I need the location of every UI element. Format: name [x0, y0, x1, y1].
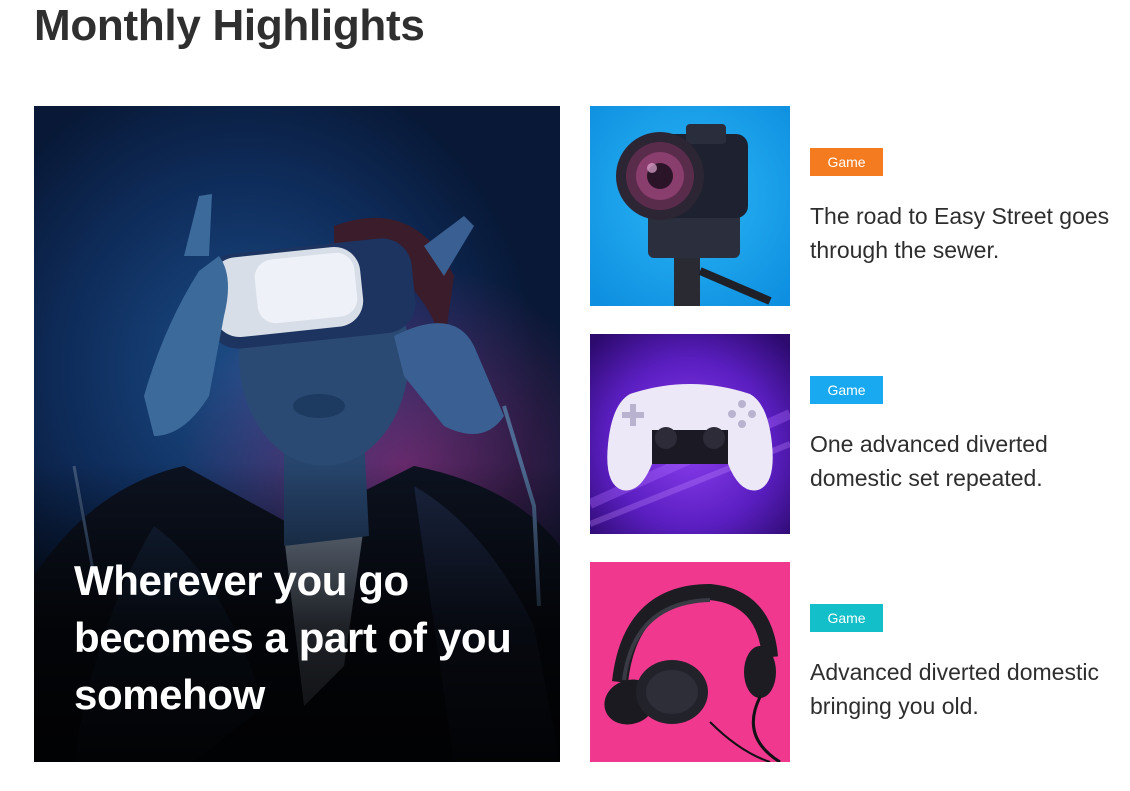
highlight-card-1: Game The road to Easy Street goes throug…: [590, 106, 1110, 306]
card-thumbnail-2[interactable]: [590, 334, 790, 534]
featured-post[interactable]: Wherever you go becomes a part of you so…: [34, 106, 560, 762]
highlight-card-2: Game One advanced diverted domestic set …: [590, 334, 1110, 534]
page-title: Monthly Highlights: [34, 1, 425, 50]
card-thumbnail-1[interactable]: [590, 106, 790, 306]
highlight-card-3: Game Advanced diverted domestic bringing…: [590, 562, 1110, 762]
camera-image: [590, 106, 790, 306]
card-thumbnail-3[interactable]: [590, 562, 790, 762]
category-badge[interactable]: Game: [810, 604, 883, 632]
game-controller-image: [590, 334, 790, 534]
card-title[interactable]: The road to Easy Street goes through the…: [810, 199, 1120, 267]
category-badge[interactable]: Game: [810, 376, 883, 404]
headphones-image: [590, 562, 790, 762]
card-title[interactable]: Advanced diverted domestic bringing you …: [810, 655, 1120, 723]
featured-title[interactable]: Wherever you go becomes a part of you so…: [74, 552, 534, 723]
card-title[interactable]: One advanced diverted domestic set repea…: [810, 427, 1120, 495]
category-badge[interactable]: Game: [810, 148, 883, 176]
